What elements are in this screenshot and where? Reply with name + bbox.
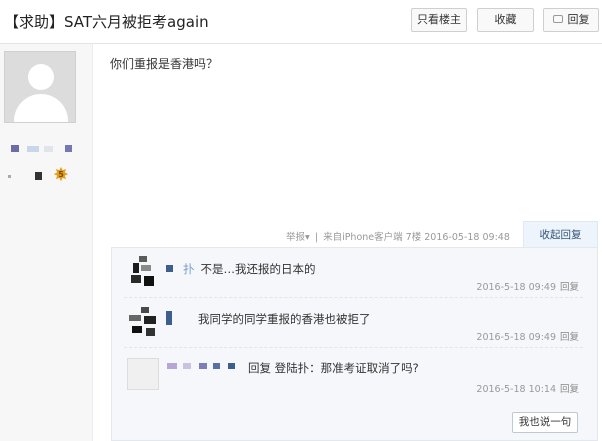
reply-username-blur[interactable] — [167, 363, 177, 369]
reply-text: 回复 登陆扑：那准考证取消了吗? — [248, 361, 419, 375]
thread-title: 【求助】SAT六月被拒考again — [4, 13, 209, 31]
reply-avatar[interactable] — [127, 256, 159, 288]
reply-button-label: 回复 — [567, 13, 590, 26]
username-blur — [27, 146, 39, 152]
reply-time: 2016-5-18 10:14 — [476, 384, 556, 395]
reply-username-fragment[interactable]: 扑 — [183, 262, 195, 276]
reply-text: 我同学的同学重报的香港也被拒了 — [198, 312, 371, 326]
reply-button[interactable]: 回复 — [543, 8, 599, 32]
report-caret-icon[interactable]: ▾ — [305, 232, 310, 243]
reply-time: 2016-5-18 09:49 — [476, 332, 556, 343]
favorite-button[interactable]: 收藏 — [477, 8, 534, 32]
reply-avatar[interactable] — [127, 358, 159, 390]
meta-separator: | — [314, 232, 319, 243]
reply-meta: 2016-5-18 10:14 回复 — [476, 381, 579, 395]
reply-icon — [552, 15, 563, 23]
avatar-body-shape — [14, 94, 68, 122]
reply-username-blur[interactable] — [166, 311, 172, 325]
list-item: 扑不是…我还报的日本的 2016-5-18 09:49 回复 — [124, 249, 583, 298]
only-host-button[interactable]: 只看楼主 — [411, 8, 467, 32]
reply-meta: 2016-5-18 09:49 回复 — [476, 279, 579, 293]
collapse-replies-button[interactable]: 收起回复 — [523, 221, 598, 248]
reply-username-blur[interactable] — [166, 265, 173, 272]
badge-level-number: 5 — [58, 170, 64, 179]
reply-action[interactable]: 回复 — [560, 282, 579, 293]
username-blur[interactable] — [11, 145, 19, 152]
level-blur — [8, 175, 11, 178]
say-something-button[interactable]: 我也说一句 — [512, 412, 578, 433]
reply-meta: 2016-5-18 09:49 回复 — [476, 329, 579, 343]
post-meta: 举报▾ | 来自iPhone客户端 7楼 2016-05-18 09:48 — [286, 229, 510, 243]
reply-username-blur — [213, 363, 220, 369]
reply-text: 扑不是…我还报的日本的 — [183, 262, 316, 276]
list-item: 我同学的同学重报的香港也被拒了 2016-5-18 09:49 回复 — [124, 299, 583, 348]
reply-username-blur — [228, 363, 235, 369]
reply-action[interactable]: 回复 — [560, 384, 579, 395]
user-sidebar: ✸ 5 — [0, 44, 93, 441]
level-blur — [35, 172, 42, 180]
thread-header: 【求助】SAT六月被拒考again 只看楼主 收藏 回复 — [0, 0, 602, 44]
reply-username-blur — [183, 363, 191, 369]
username-blur — [65, 145, 72, 152]
list-item: 回复 登陆扑：那准考证取消了吗? 2016-5-18 10:14 回复 — [124, 351, 583, 400]
reply-username-blur — [199, 363, 207, 369]
post-floor: 7楼 — [405, 232, 422, 243]
report-link[interactable]: 举报 — [286, 232, 305, 243]
reply-time: 2016-5-18 09:49 — [476, 282, 556, 293]
avatar[interactable] — [4, 51, 76, 123]
avatar-head-shape — [28, 64, 54, 90]
post-content: 你们重报是香港吗？ — [110, 57, 219, 71]
post-source: 来自iPhone客户端 — [323, 232, 403, 243]
username-blur — [44, 146, 53, 152]
reply-avatar[interactable] — [127, 306, 159, 338]
reply-action[interactable]: 回复 — [560, 332, 579, 343]
reply-list: 扑不是…我还报的日本的 2016-5-18 09:49 回复 我同学的同学重报的香… — [111, 247, 598, 441]
post-time: 2016-05-18 09:48 — [424, 232, 510, 243]
